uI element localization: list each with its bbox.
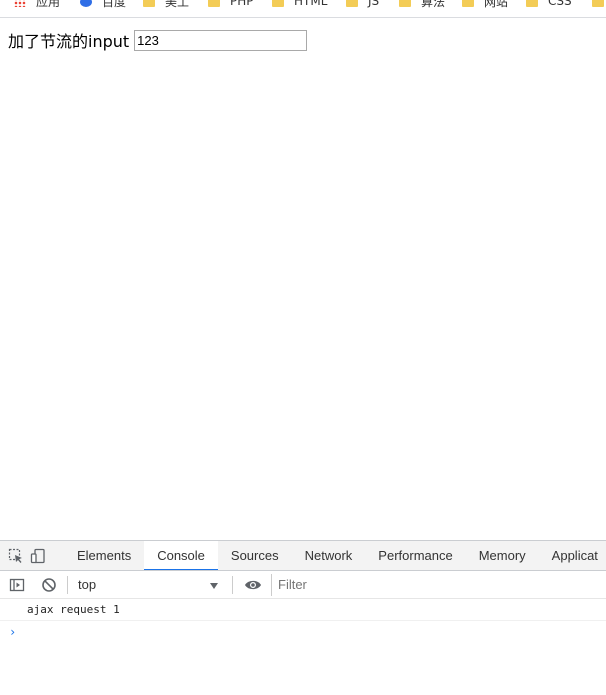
console-toolbar: top Filter <box>0 571 606 599</box>
bookmarks-bar: 应用 百度 美工 PHP HTML JS 算法 网站 CSS <box>0 0 606 18</box>
bookmark-baidu[interactable]: 百度 <box>80 0 126 10</box>
bookmark-folder[interactable]: 网站 <box>462 0 508 10</box>
console-filter-input[interactable]: Filter <box>271 573 606 596</box>
bookmark-folder[interactable]: PHP <box>208 0 254 10</box>
folder-icon <box>592 0 604 7</box>
prompt-chevron-icon: › <box>9 625 17 639</box>
toolbar-divider <box>232 575 233 594</box>
input-label: 加了节流的input <box>8 32 130 51</box>
devtools-tab-bar: Elements Console Sources Network Perform… <box>0 541 606 571</box>
eye-icon[interactable] <box>243 575 263 595</box>
dropdown-arrow-icon <box>210 577 218 592</box>
folder-icon <box>143 0 155 7</box>
inspect-element-icon[interactable] <box>8 546 24 566</box>
folder-icon <box>462 0 474 7</box>
tab-performance[interactable]: Performance <box>365 541 465 570</box>
apps-icon <box>14 0 26 7</box>
bookmark-folder[interactable]: 算法 <box>399 0 445 10</box>
bookmark-apps[interactable]: 应用 <box>14 0 60 10</box>
folder-icon <box>208 0 220 7</box>
device-toolbar-icon[interactable] <box>30 546 46 566</box>
clear-console-icon[interactable] <box>39 575 59 595</box>
toolbar-divider <box>67 575 68 594</box>
bookmark-folder-partial[interactable] <box>592 0 606 10</box>
devtools-panel: Elements Console Sources Network Perform… <box>0 540 606 695</box>
tab-console[interactable]: Console <box>144 541 218 570</box>
folder-icon <box>526 0 538 7</box>
bookmark-folder[interactable]: JS <box>346 0 379 10</box>
page-content: 加了节流的input <box>8 28 308 52</box>
folder-icon <box>399 0 411 7</box>
tab-network[interactable]: Network <box>292 541 366 570</box>
tab-application[interactable]: Applicat <box>539 541 606 570</box>
bookmark-folder[interactable]: HTML <box>272 0 327 10</box>
folder-icon <box>272 0 284 7</box>
console-prompt[interactable]: › <box>0 621 606 643</box>
tab-sources[interactable]: Sources <box>218 541 292 570</box>
bookmark-folder[interactable]: 美工 <box>143 0 189 10</box>
console-message: ajax request 1 <box>0 599 606 621</box>
tab-elements[interactable]: Elements <box>64 541 144 570</box>
bookmark-folder[interactable]: CSS <box>526 0 572 10</box>
throttled-input[interactable] <box>134 29 308 51</box>
folder-icon <box>346 0 358 7</box>
context-selector[interactable]: top <box>74 574 224 596</box>
baidu-icon <box>80 0 92 7</box>
context-value: top <box>78 577 97 592</box>
tab-memory[interactable]: Memory <box>466 541 539 570</box>
show-sidebar-icon[interactable] <box>7 575 27 595</box>
